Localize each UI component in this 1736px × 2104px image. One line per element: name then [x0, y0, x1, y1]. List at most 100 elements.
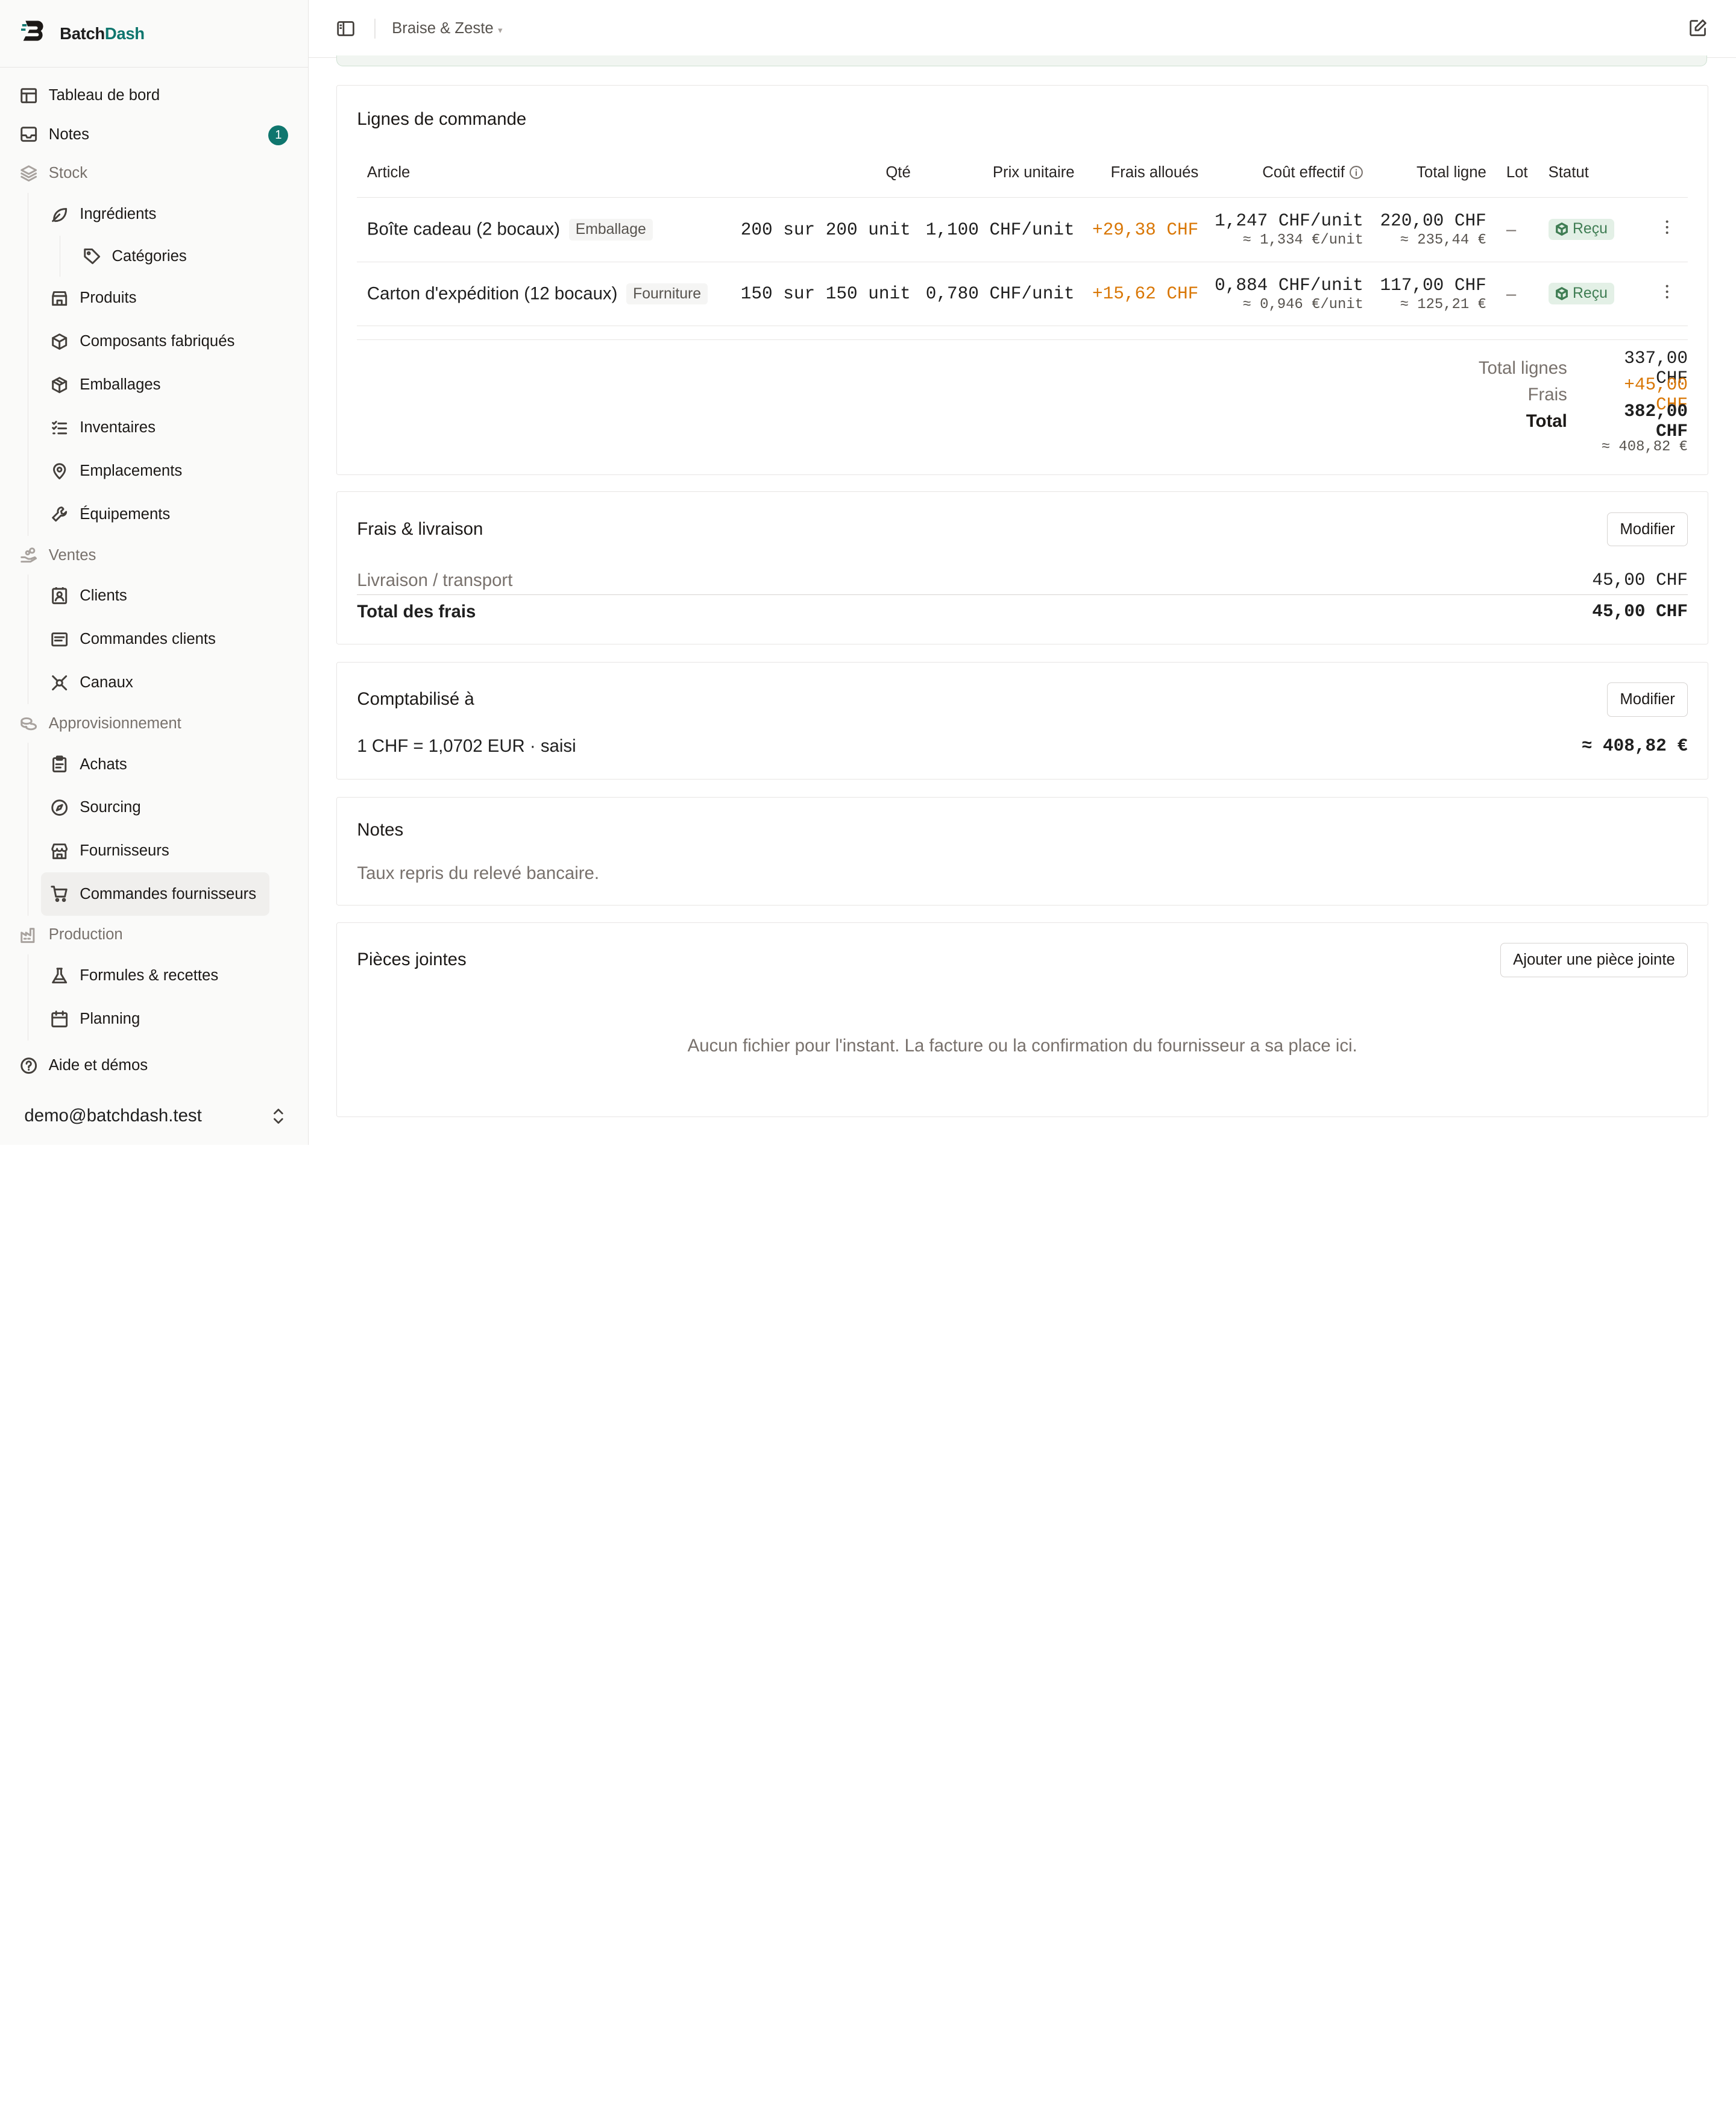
attachments-title: Pièces jointes	[357, 950, 467, 970]
col-effective-cost[interactable]: Coût effectif	[1198, 148, 1363, 198]
sidebar-item-clients[interactable]: Clients	[0, 575, 308, 618]
fees-cell: +15,62 CHF	[1074, 262, 1199, 327]
shop-icon	[50, 288, 70, 308]
sidebar-item-sourcing[interactable]: Sourcing	[0, 786, 308, 830]
category-tag: Fourniture	[626, 283, 708, 305]
sidebar-item-notes[interactable]: Notes 1	[0, 115, 308, 154]
receipt-icon	[50, 629, 70, 649]
effective-cost-cell: 0,884 CHF/unit ≈ 0,946 €/unit	[1198, 262, 1363, 327]
workspace-switcher[interactable]: Braise & Zeste ▾	[392, 20, 502, 37]
sidebar-item-suppliers[interactable]: Fournisseurs	[0, 830, 308, 873]
sidebar-item-ingredients[interactable]: Ingrédients	[0, 193, 308, 236]
order-lines-title: Lignes de commande	[357, 109, 527, 129]
qty-cell: 150 sur 150 unit	[739, 262, 911, 327]
exchange-rate-row: 1 CHF = 1,0702 EUR · saisi ≈ 408,82 €	[357, 736, 1688, 757]
sidebar: BatchDash Tableau de bord Notes 1 Stock …	[0, 0, 309, 1145]
sidebar-item-dashboard[interactable]: Tableau de bord	[0, 77, 308, 115]
sidebar-item-recipes[interactable]: Formules & recettes	[0, 954, 308, 998]
fees-edit-button[interactable]: Modifier	[1607, 512, 1688, 547]
sidebar-group-supply[interactable]: Approvisionnement	[0, 704, 308, 743]
sidebar-item-client-orders[interactable]: Commandes clients	[0, 618, 308, 661]
qty-cell: 200 sur 200 unit	[739, 197, 911, 262]
col-article[interactable]: Article	[357, 148, 740, 198]
unit-price-cell: 0,780 CHF/unit	[910, 262, 1075, 327]
leaf-icon	[50, 204, 70, 224]
layers-icon	[19, 163, 39, 183]
category-tag: Emballage	[568, 219, 653, 241]
sidebar-item-help[interactable]: Aide et démos	[0, 1047, 308, 1085]
package-icon	[50, 375, 70, 395]
sidebar-item-locations[interactable]: Emplacements	[0, 450, 308, 493]
col-status[interactable]: Statut	[1528, 148, 1646, 198]
sidebar-group-stock[interactable]: Stock	[0, 154, 308, 192]
order-lines-table: Article Qté Prix unitaire Frais alloués …	[357, 148, 1688, 327]
accounting-title: Comptabilisé à	[357, 689, 474, 710]
sidebar-item-products[interactable]: Produits	[0, 277, 308, 320]
unit-price-cell: 1,100 CHF/unit	[910, 197, 1075, 262]
table-row[interactable]: Carton d'expédition (12 bocaux) Fournitur…	[357, 262, 1688, 327]
row-actions-menu-icon[interactable]	[1646, 262, 1688, 327]
sidebar-item-categories[interactable]: Catégories	[0, 236, 308, 277]
topbar: Braise & Zeste ▾	[309, 0, 1736, 58]
flask-icon	[50, 966, 70, 986]
attachments-empty-state: Aucun fichier pour l'instant. La facture…	[687, 1036, 1357, 1056]
brand-name: BatchDash	[60, 24, 145, 43]
notes-card: Notes Taux repris du relevé bancaire.	[336, 797, 1709, 906]
sidebar-item-components[interactable]: Composants fabriqués	[0, 320, 308, 364]
sidebar-item-channels[interactable]: Canaux	[0, 661, 308, 704]
package-check-icon	[1555, 222, 1568, 236]
status-cell: Reçu	[1528, 197, 1646, 262]
line-total-cell: 117,00 CHF ≈ 125,21 €	[1363, 262, 1486, 327]
sidebar-item-equipment[interactable]: Équipements	[0, 493, 308, 536]
fee-row: Livraison / transport 45,00 CHF	[357, 567, 1688, 596]
accounting-edit-button[interactable]: Modifier	[1607, 682, 1688, 717]
clipboard-icon	[50, 755, 70, 775]
store-icon	[50, 841, 70, 861]
user-menu[interactable]: demo@batchdash.test	[0, 1094, 308, 1138]
sidebar-toggle-icon[interactable]	[336, 19, 356, 39]
sidebar-group-sales[interactable]: Ventes	[0, 536, 308, 575]
sidebar-item-supplier-orders[interactable]: Commandes fournisseurs	[40, 872, 270, 916]
map-pin-icon	[50, 461, 70, 481]
table-row[interactable]: Boîte cadeau (2 bocaux) Emballage 200 sur…	[357, 197, 1688, 262]
accounting-card: Comptabilisé à Modifier 1 CHF = 1,0702 E…	[336, 662, 1709, 780]
col-qty[interactable]: Qté	[739, 148, 911, 198]
sidebar-item-purchases[interactable]: Achats	[0, 743, 308, 786]
calendar-icon	[50, 1009, 70, 1029]
inbox-icon	[19, 125, 39, 145]
sidebar-item-packaging[interactable]: Emballages	[0, 363, 308, 406]
edit-icon[interactable]	[1688, 19, 1707, 37]
sidebar-group-production[interactable]: Production	[0, 916, 308, 954]
order-totals: Total lignes 337,00 CHF Frais +45,00 CHF T…	[1478, 348, 1688, 455]
wrench-icon	[50, 505, 70, 524]
totals-divider	[357, 339, 1688, 340]
sidebar-item-planning[interactable]: Planning	[0, 998, 308, 1041]
col-fees[interactable]: Frais alloués	[1074, 148, 1199, 198]
col-lot[interactable]: Lot	[1486, 148, 1529, 198]
article-cell: Carton d'expédition (12 bocaux) Fournitur…	[357, 262, 740, 327]
fees-card: Frais & livraison Modifier Livraison / t…	[336, 491, 1709, 644]
info-icon[interactable]	[1349, 164, 1363, 181]
cart-icon	[50, 884, 70, 904]
row-actions-menu-icon[interactable]	[1646, 197, 1688, 262]
sidebar-item-inventories[interactable]: Inventaires	[0, 406, 308, 450]
contact-icon	[50, 586, 70, 606]
topbar-divider	[374, 18, 376, 39]
compass-icon	[50, 798, 70, 817]
col-actions	[1646, 148, 1688, 198]
notes-text: Taux repris du relevé bancaire.	[357, 863, 600, 883]
main-content: Braise & Zeste ▾ Lignes de commande Artic…	[309, 0, 1736, 1145]
article-cell: Boîte cadeau (2 bocaux) Emballage	[357, 197, 740, 262]
attachments-card: Pièces jointes Ajouter une pièce jointe …	[336, 922, 1709, 1118]
add-attachment-button[interactable]: Ajouter une pièce jointe	[1500, 943, 1688, 977]
table-header-row: Article Qté Prix unitaire Frais alloués …	[357, 148, 1688, 198]
fees-cell: +29,38 CHF	[1074, 197, 1199, 262]
col-line-total[interactable]: Total ligne	[1363, 148, 1486, 198]
col-unit-price[interactable]: Prix unitaire	[910, 148, 1075, 198]
batchdash-logo-icon	[20, 17, 48, 49]
brand[interactable]: BatchDash	[0, 0, 309, 68]
help-circle-icon	[19, 1056, 39, 1076]
coins-icon	[19, 714, 39, 734]
order-lines-card: Lignes de commande Article Qté Prix unit…	[336, 85, 1709, 475]
sidebar-nav: Tableau de bord Notes 1 Stock Ingrédient…	[0, 68, 308, 1041]
